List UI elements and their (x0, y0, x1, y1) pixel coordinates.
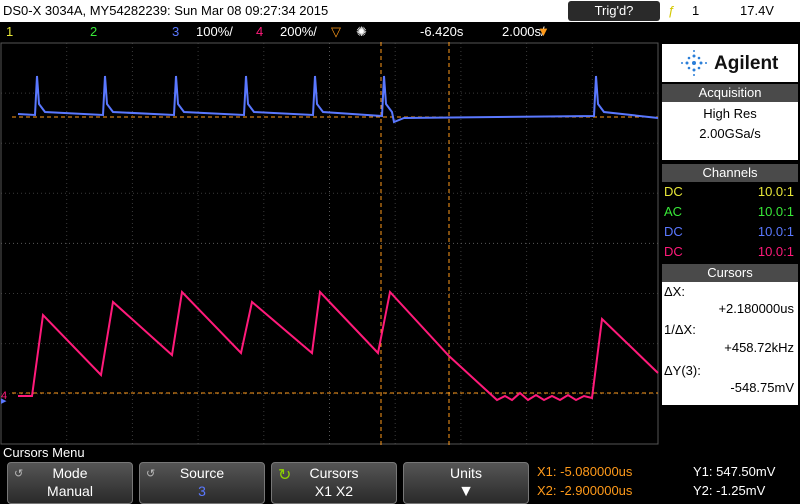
channel-row: DC 10.0:1 (662, 182, 798, 202)
channel-probe-ratio: 10.0:1 (757, 184, 794, 199)
agilent-spark-icon (681, 50, 707, 76)
acquisition-mode: High Res (703, 106, 757, 121)
trigger-slope-icon: ƒ (668, 3, 676, 18)
title-bar: DS0-X 3034A, MY54282239: Sun Mar 08 09:2… (0, 0, 800, 22)
ch2-label[interactable]: 2 (90, 22, 97, 42)
mode-softkey-label: Mode (52, 465, 88, 481)
delta-x-label: ΔX: (664, 284, 685, 299)
cursors-softkey-value: X1 X2 (314, 483, 354, 499)
cursors-header: Cursors (662, 264, 798, 282)
channel-coupling: AC (664, 204, 683, 219)
ch4-label[interactable]: 4 (256, 22, 263, 42)
time-offset: -6.420s (420, 24, 464, 39)
channel-row: DC 10.0:1 (662, 222, 798, 242)
ch3-label[interactable]: 3 (172, 22, 179, 42)
waveform-svg: 4 ▸ (0, 42, 660, 445)
trigger-source: ƒ (668, 0, 675, 22)
cursors-panel: ΔX: +2.180000us 1/ΔX: +458.72kHz ΔY(3): … (662, 282, 798, 405)
cursor-x1-readout: X1: -5.080000us (537, 464, 633, 479)
cursor-y2-readout: Y2: -1.25mV (693, 483, 766, 498)
brand-name: Agilent (714, 53, 779, 74)
brand-logo: Agilent (662, 44, 798, 82)
channel-row: DC 10.0:1 (662, 242, 798, 262)
instrument-info: DS0-X 3034A, MY54282239: Sun Mar 08 09:2… (3, 3, 329, 18)
channel-probe-ratio: 10.0:1 (757, 204, 794, 219)
trigger-level: 17.4V (740, 3, 774, 18)
channel-status-bar: 1 2 3 100%/ 4 200%/ ▽ ✺ -6.420s 2.000s/ … (0, 22, 800, 42)
units-softkey-label: Units (450, 465, 482, 481)
channel-coupling: DC (664, 244, 683, 259)
cursor-y1-readout: Y1: 547.50mV (693, 464, 776, 479)
cursor-y-readout: Y1: 547.50mV Y2: -1.25mV (689, 462, 800, 502)
channel-row: AC 10.0:1 (662, 202, 798, 222)
time-reference-marker-icon: ▼ (537, 24, 550, 39)
source-softkey-label: Source (179, 465, 225, 481)
cursor-x2-readout: X2: -2.900000us (537, 483, 633, 498)
run-stop-icon: ✺ (356, 24, 367, 39)
ch3-scale: 100%/ (196, 24, 233, 39)
delta-y-value: -548.75mV (730, 380, 794, 395)
inverse-delta-x-value: +458.72kHz (724, 340, 794, 355)
channels-panel: DC 10.0:1 AC 10.0:1 DC 10.0:1 DC 10.0:1 (662, 182, 798, 262)
cursors-softkey-label: Cursors (309, 465, 359, 481)
cursors-softkey[interactable]: ↻ Cursors X1 X2 (271, 462, 397, 504)
trigger-status-badge[interactable]: Trig'd? (568, 1, 660, 21)
delta-x-value: +2.180000us (718, 301, 794, 316)
sample-rate: 2.00GSa/s (699, 126, 761, 141)
submenu-arrow-icon: ▼ (458, 483, 474, 500)
channels-header: Channels (662, 164, 798, 182)
source-softkey[interactable]: ↺ Source 3 (139, 462, 265, 504)
mode-softkey[interactable]: ↺ Mode Manual (7, 462, 133, 504)
channel-coupling: DC (664, 224, 683, 239)
source-softkey-value: 3 (198, 483, 206, 499)
acquisition-panel: High Res 2.00GSa/s (662, 102, 798, 160)
channel-probe-ratio: 10.0:1 (757, 224, 794, 239)
ch3-ground-marker-icon[interactable]: ▸ (1, 395, 7, 407)
delta-y-label: ΔY(3): (664, 363, 701, 378)
right-info-panel: Agilent Acquisition High Res 2.00GSa/s C… (660, 42, 800, 445)
channel-probe-ratio: 10.0:1 (757, 244, 794, 259)
acquisition-header: Acquisition (662, 84, 798, 102)
softkey-bar: Cursors Menu ↺ Mode Manual ↺ Source 3 ↻ … (0, 445, 800, 504)
mode-softkey-value: Manual (47, 483, 93, 499)
trigger-channel: 1 (692, 3, 700, 18)
channel-coupling: DC (664, 184, 683, 199)
units-softkey[interactable]: Units ▼ (403, 462, 529, 504)
menu-title: Cursors Menu (3, 445, 85, 460)
ch4-scale: 200%/ (280, 24, 317, 39)
ch1-label[interactable]: 1 (6, 22, 13, 42)
inverse-delta-x-label: 1/ΔX: (664, 322, 696, 337)
trigger-position-marker-icon: ▽ (331, 24, 341, 39)
cursor-x-readout: X1: -5.080000us X2: -2.900000us (533, 462, 685, 502)
waveform-display[interactable]: 4 ▸ (0, 42, 660, 445)
